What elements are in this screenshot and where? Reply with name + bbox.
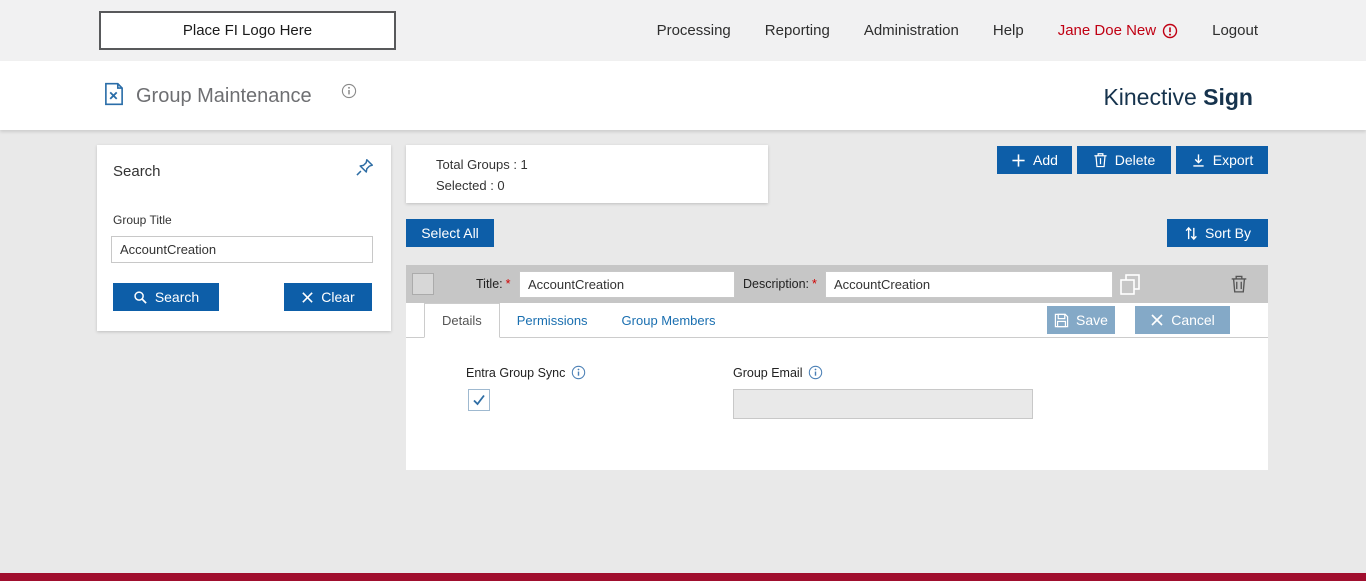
row-checkbox[interactable]: [412, 273, 434, 295]
row-title-input[interactable]: [519, 271, 735, 298]
tab-group-members[interactable]: Group Members: [605, 303, 733, 337]
main-area: Search Group Title Search: [0, 130, 1366, 573]
delete-button-label: Delete: [1115, 152, 1155, 168]
sort-by-button[interactable]: Sort By: [1167, 219, 1268, 247]
group-email-input[interactable]: [733, 389, 1033, 419]
entra-group-sync-label: Entra Group Sync: [466, 365, 586, 380]
export-button-label: Export: [1213, 152, 1253, 168]
row-title-label: Title:*: [476, 277, 511, 291]
nav-administration[interactable]: Administration: [864, 22, 959, 39]
info-icon[interactable]: [808, 365, 823, 380]
search-icon: [133, 290, 148, 305]
delete-button[interactable]: Delete: [1077, 146, 1171, 174]
top-bar: Place FI Logo Here Processing Reporting …: [0, 0, 1366, 61]
select-all-button[interactable]: Select All: [406, 219, 494, 247]
tab-details[interactable]: Details: [424, 303, 500, 338]
floppy-icon: [1054, 313, 1069, 328]
clear-button-label: Clear: [321, 289, 354, 305]
document-x-icon: [101, 81, 127, 107]
nav-reporting[interactable]: Reporting: [765, 22, 830, 39]
group-detail-panel: Details Permissions Group Members Save: [406, 303, 1268, 470]
nav-processing[interactable]: Processing: [657, 22, 731, 39]
brand-second: Sign: [1203, 84, 1253, 110]
row-description-label: Description:*: [743, 277, 817, 291]
sort-arrows-icon: [1184, 226, 1198, 241]
info-icon[interactable]: [571, 365, 586, 380]
trash-icon: [1093, 152, 1108, 168]
info-icon[interactable]: [341, 83, 357, 99]
clear-button[interactable]: Clear: [284, 283, 372, 311]
brand-logo: Kinective Sign: [1103, 84, 1253, 111]
add-button[interactable]: Add: [997, 146, 1072, 174]
nav-user-label: Jane Doe New: [1058, 22, 1156, 39]
top-nav: Processing Reporting Administration Help…: [657, 0, 1258, 61]
save-button[interactable]: Save: [1047, 306, 1115, 334]
search-panel-title: Search: [113, 163, 161, 180]
search-panel: Search Group Title Search: [97, 145, 391, 331]
search-button[interactable]: Search: [113, 283, 219, 311]
nav-user[interactable]: Jane Doe New: [1058, 22, 1178, 39]
nav-help[interactable]: Help: [993, 22, 1024, 39]
add-button-label: Add: [1033, 152, 1058, 168]
group-title-input[interactable]: [111, 236, 373, 263]
page-title: Group Maintenance: [136, 85, 312, 108]
x-icon: [1150, 313, 1164, 327]
tab-permissions[interactable]: Permissions: [500, 303, 605, 337]
row-trash-icon[interactable]: [1230, 274, 1248, 294]
entra-group-sync-checkbox[interactable]: [468, 389, 490, 411]
group-title-label: Group Title: [113, 213, 172, 227]
required-asterisk: *: [812, 277, 817, 291]
selected-count-text: Selected : 0: [436, 175, 768, 196]
search-button-label: Search: [155, 289, 199, 305]
brand-first: Kinective: [1103, 84, 1196, 110]
cancel-button-label: Cancel: [1171, 312, 1215, 328]
x-icon: [301, 291, 314, 304]
download-icon: [1191, 153, 1206, 168]
group-email-label: Group Email: [733, 365, 823, 380]
export-button[interactable]: Export: [1176, 146, 1268, 174]
save-button-label: Save: [1076, 312, 1108, 328]
alert-circle-icon: [1162, 23, 1178, 39]
nav-logout[interactable]: Logout: [1212, 22, 1258, 39]
group-row: Title:* Description:*: [406, 265, 1268, 303]
app-window: Place FI Logo Here Processing Reporting …: [0, 0, 1366, 581]
summary-panel: Total Groups : 1 Selected : 0: [406, 145, 768, 203]
pin-icon[interactable]: [354, 157, 375, 178]
plus-icon: [1011, 153, 1026, 168]
total-groups-text: Total Groups : 1: [436, 154, 768, 175]
copy-icon[interactable]: [1118, 272, 1142, 296]
row-description-input[interactable]: [825, 271, 1113, 298]
fi-logo-placeholder: Place FI Logo Here: [99, 11, 396, 50]
sort-by-button-label: Sort By: [1205, 225, 1251, 241]
footer-accent-bar: [0, 573, 1366, 581]
select-all-button-label: Select All: [421, 225, 479, 241]
check-icon: [471, 392, 487, 408]
required-asterisk: *: [506, 277, 511, 291]
cancel-button[interactable]: Cancel: [1135, 306, 1230, 334]
